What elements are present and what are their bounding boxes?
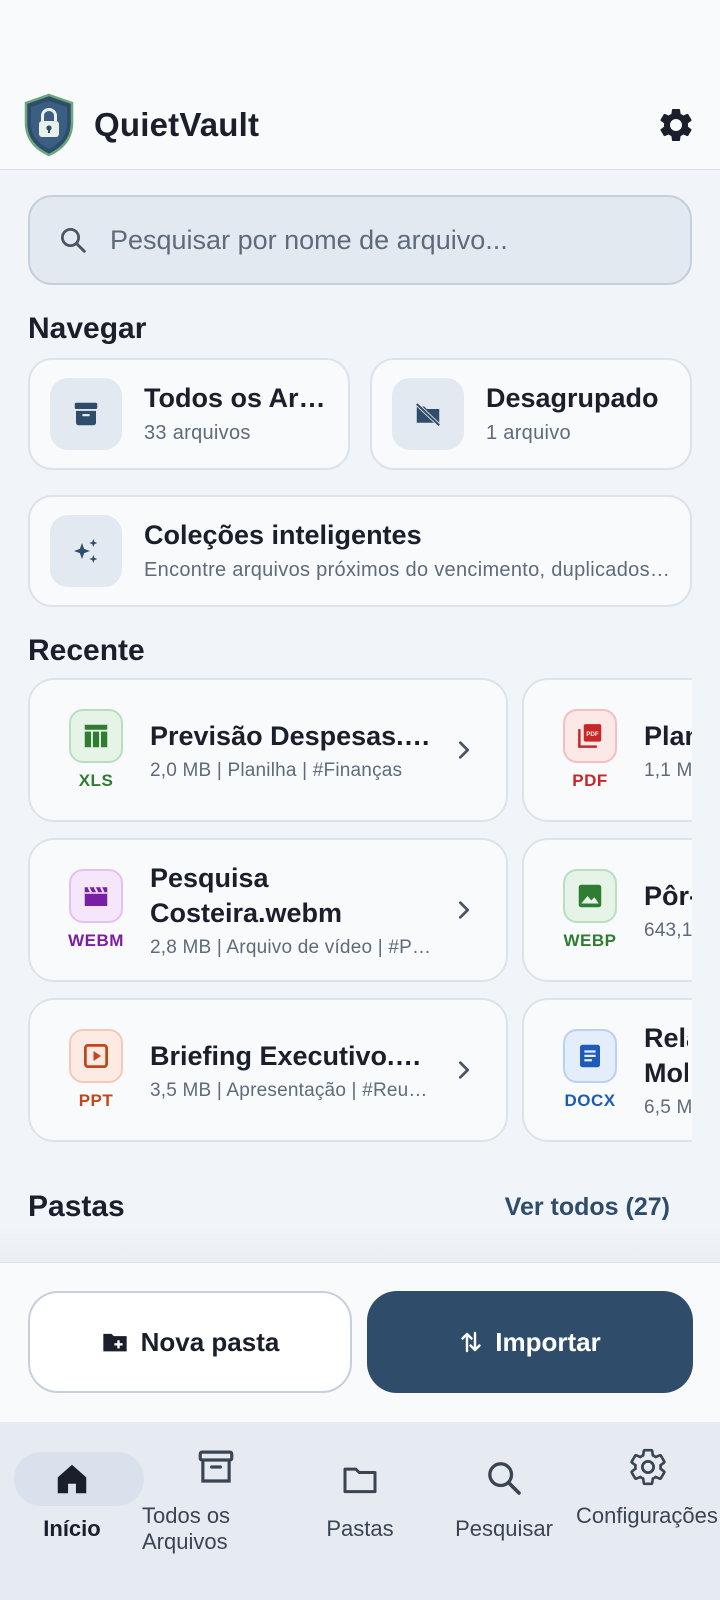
browse-card-count: 1 arquivo bbox=[486, 422, 571, 444]
file-type-badge bbox=[69, 709, 123, 763]
pdf-icon: PDF bbox=[578, 724, 602, 748]
new-folder-button[interactable]: Nova pasta bbox=[28, 1291, 352, 1393]
recent-file-card[interactable]: WEBP Pôr- 643,1 bbox=[522, 838, 692, 982]
spreadsheet-icon bbox=[84, 724, 108, 748]
file-meta: 2,0 MB | Planilha | #Finanças bbox=[150, 759, 403, 781]
search-icon bbox=[61, 228, 86, 253]
search-icon bbox=[488, 1462, 521, 1495]
browse-card-count: 33 arquivos bbox=[144, 422, 251, 444]
folders-header: Pastas Ver todos (27) bbox=[28, 1190, 670, 1224]
search-bar[interactable] bbox=[28, 195, 692, 285]
recent-file-card[interactable]: WEBM Pesquisa Costeira.webm 2,8 MB | Arq… bbox=[28, 838, 508, 982]
folder-off-icon bbox=[415, 402, 441, 427]
archive-icon bbox=[198, 1450, 234, 1483]
browse-card-ungrouped[interactable]: Desagrupado 1 arquivo bbox=[370, 358, 692, 470]
file-extension: PDF bbox=[572, 771, 608, 790]
video-icon bbox=[84, 886, 108, 906]
svg-text:PDF: PDF bbox=[586, 731, 599, 738]
gear-icon bbox=[630, 1448, 666, 1486]
chevron-right-icon bbox=[452, 899, 476, 921]
nav-tab-label: Pesquisar bbox=[455, 1516, 553, 1541]
app-header: QuietVault bbox=[0, 80, 720, 170]
search-input[interactable] bbox=[110, 224, 662, 256]
file-type-badge bbox=[69, 1029, 123, 1083]
gear-icon bbox=[660, 108, 692, 141]
nav-tab-home[interactable]: Início bbox=[0, 1422, 144, 1600]
import-label: Importar bbox=[495, 1326, 601, 1357]
browse-card-title: Todos os Arquivos bbox=[144, 383, 328, 413]
nav-tab-label: Configurações bbox=[576, 1503, 718, 1528]
nav-tab-settings[interactable]: Configurações bbox=[576, 1422, 720, 1600]
see-all-folders-link[interactable]: Ver todos (27) bbox=[505, 1193, 670, 1222]
browse-card-description: Encontre arquivos próximos do vencimento… bbox=[144, 559, 670, 581]
chevron-right-icon bbox=[452, 1059, 476, 1081]
swap-vertical-icon bbox=[461, 1331, 481, 1353]
sparkle-icon bbox=[74, 539, 98, 563]
document-icon bbox=[580, 1044, 600, 1068]
file-type-badge bbox=[563, 1029, 617, 1083]
recent-files-grid[interactable]: XLS Previsão Despesas.xls 2,0 MB | Plani… bbox=[28, 678, 692, 1148]
file-meta: 6,5 M bbox=[644, 1097, 692, 1118]
settings-button[interactable] bbox=[654, 103, 698, 147]
browse-card-title: Coleções inteligentes bbox=[144, 520, 422, 550]
presentation-icon bbox=[84, 1044, 108, 1068]
import-button[interactable]: Importar bbox=[367, 1291, 693, 1393]
file-name: Pesquisa Costeira.webm bbox=[150, 863, 343, 928]
bottom-navigation: Início Todos os Arquivos Pastas Pesquisa… bbox=[0, 1422, 720, 1600]
file-extension: WEBM bbox=[68, 931, 124, 950]
file-extension: XLS bbox=[78, 771, 114, 790]
file-extension: WEBP bbox=[563, 931, 617, 950]
archive-icon-box bbox=[50, 378, 122, 450]
nav-tab-label: Início bbox=[43, 1516, 101, 1541]
file-extension: PPT bbox=[78, 1091, 114, 1110]
file-name: Previsão Despesas.xls bbox=[150, 720, 434, 751]
recent-file-card[interactable]: XLS Previsão Despesas.xls 2,0 MB | Plani… bbox=[28, 678, 508, 822]
browse-card-all-files[interactable]: Todos os Arquivos 33 arquivos bbox=[28, 358, 350, 470]
folder-icon bbox=[343, 1467, 377, 1494]
nav-tab-label: Pastas bbox=[326, 1516, 394, 1541]
nav-tab-all-files[interactable]: Todos os Arquivos bbox=[142, 1422, 288, 1600]
image-icon bbox=[578, 884, 602, 908]
file-meta: 643,1 bbox=[644, 919, 692, 941]
recent-section-title: Recente bbox=[28, 634, 145, 667]
status-bar-area bbox=[0, 0, 720, 80]
file-type-badge bbox=[563, 869, 617, 923]
recent-file-card[interactable]: PPT Briefing Executivo.ppt 3,5 MB | Apre… bbox=[28, 998, 508, 1142]
browse-card-smart-collections[interactable]: Coleções inteligentes Encontre arquivos … bbox=[28, 495, 692, 607]
recent-file-card[interactable]: DOCX Rela Mob 6,5 M bbox=[522, 998, 692, 1142]
recent-file-card[interactable]: PDF PDF Plan 1,1 MB bbox=[522, 678, 692, 822]
nav-tab-folders[interactable]: Pastas bbox=[288, 1422, 432, 1600]
nav-tab-label: Todos os Arquivos bbox=[142, 1503, 231, 1554]
file-extension: DOCX bbox=[564, 1091, 616, 1110]
folder-off-icon-box bbox=[392, 378, 464, 450]
browse-card-title: Desagrupado bbox=[486, 383, 659, 413]
action-bar: Nova pasta Importar bbox=[0, 1262, 720, 1422]
file-type-badge: PDF bbox=[563, 709, 617, 763]
nav-tab-search[interactable]: Pesquisar bbox=[432, 1422, 576, 1600]
scroll-fade bbox=[0, 1225, 720, 1265]
app-title: QuietVault bbox=[94, 105, 260, 143]
browse-section-title: Navegar bbox=[28, 312, 147, 345]
file-name: Plan bbox=[644, 720, 692, 751]
archive-icon bbox=[74, 402, 98, 426]
file-type-badge bbox=[69, 869, 123, 923]
file-name: Pôr- bbox=[644, 880, 692, 911]
folders-section-title: Pastas bbox=[28, 1190, 125, 1223]
file-meta: 3,5 MB | Apresentação | #Reunião bbox=[150, 1079, 434, 1101]
new-folder-label: Nova pasta bbox=[140, 1326, 280, 1357]
home-icon bbox=[57, 1464, 87, 1494]
file-meta: 2,8 MB | Arquivo de vídeo | #Pesquisa bbox=[150, 937, 434, 958]
file-meta: 1,1 MB bbox=[644, 759, 692, 781]
shield-lock-logo bbox=[24, 93, 74, 156]
folder-add-icon bbox=[102, 1333, 127, 1352]
file-name: Rela Mob bbox=[644, 1023, 688, 1088]
chevron-right-icon bbox=[452, 739, 476, 761]
file-name: Briefing Executivo.ppt bbox=[150, 1040, 434, 1071]
sparkle-icon-box bbox=[50, 515, 122, 587]
